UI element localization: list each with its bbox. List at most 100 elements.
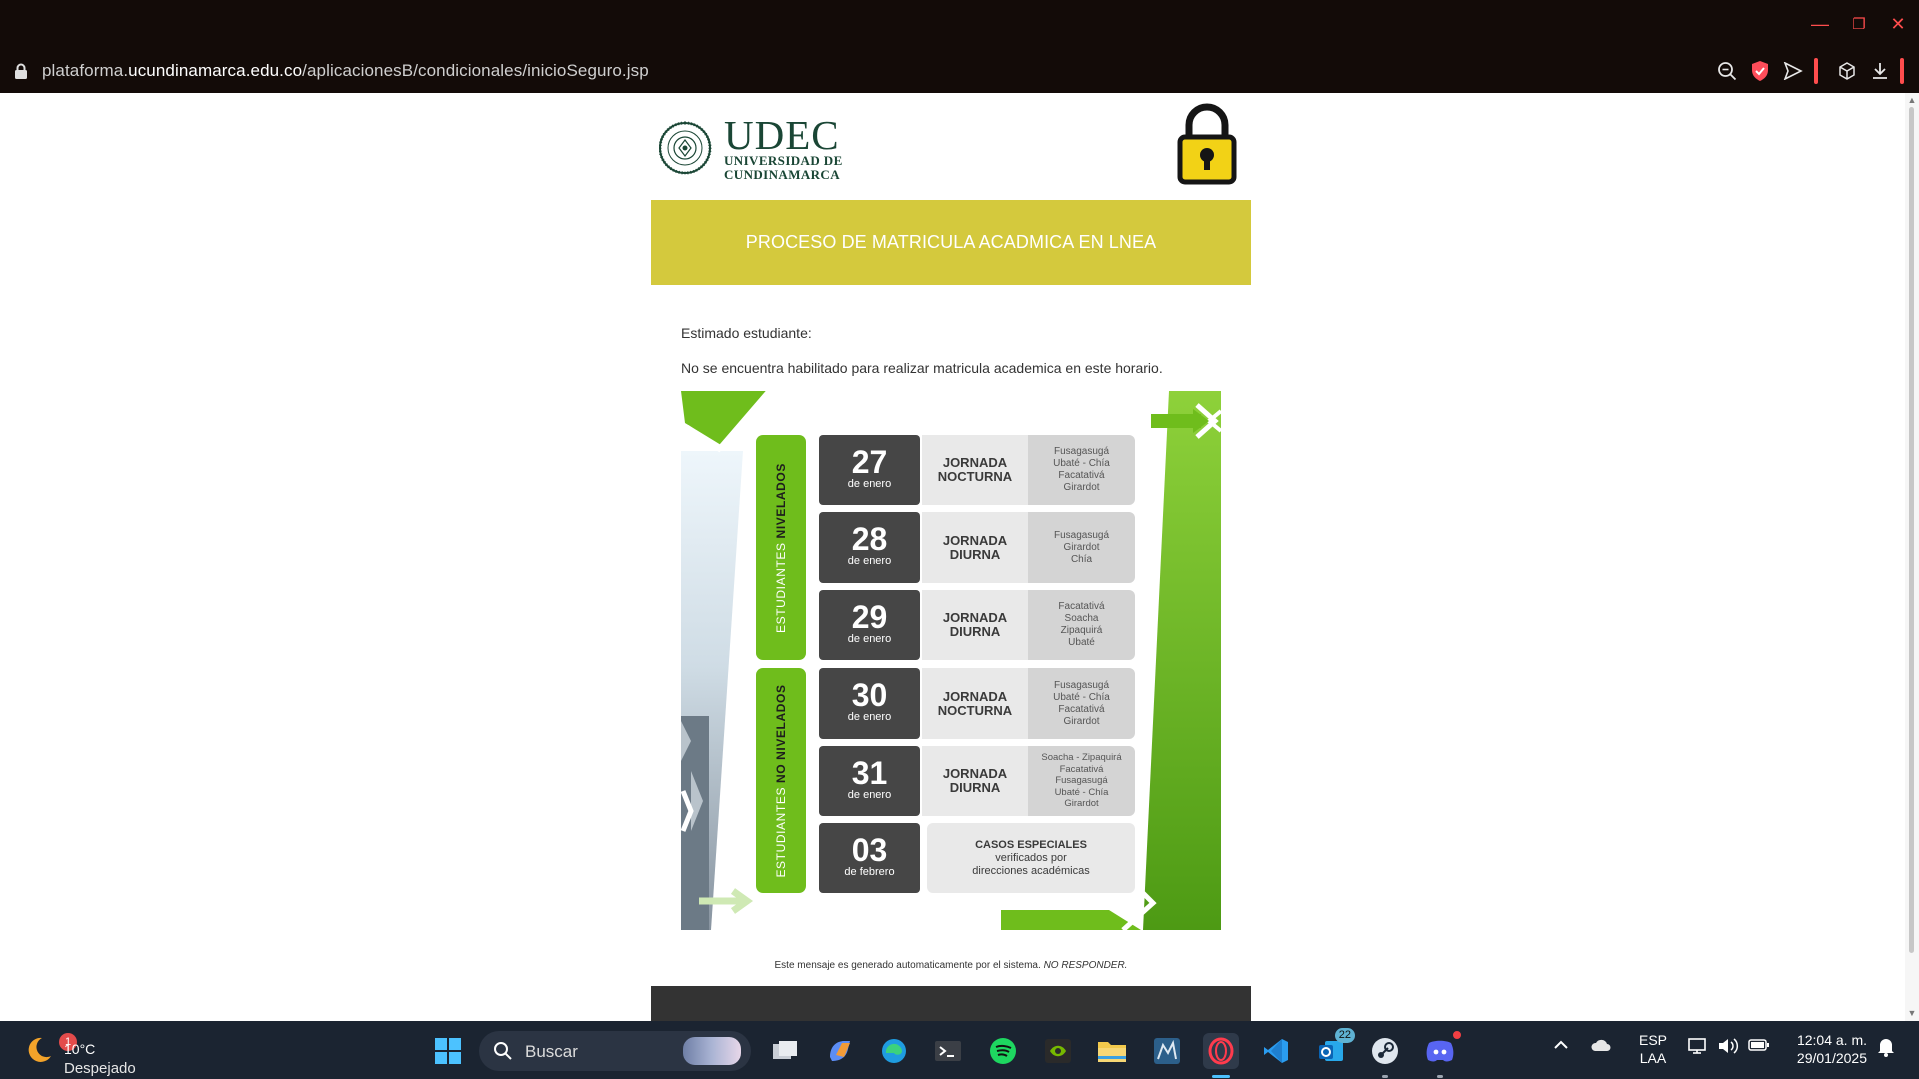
lock-icon <box>15 63 27 79</box>
discord-button[interactable] <box>1422 1029 1463 1078</box>
terminal-button[interactable] <box>930 1033 966 1069</box>
search-placeholder: Buscar <box>525 1042 578 1061</box>
url-text[interactable]: plataforma.ucundinamarca.edu.co/aplicaci… <box>42 61 649 81</box>
scroll-up-icon[interactable]: ▲ <box>1907 95 1917 105</box>
onedrive-button[interactable] <box>1590 1037 1612 1057</box>
mysql-workbench-button[interactable] <box>1149 1033 1185 1069</box>
show-hidden-icons-button[interactable] <box>1553 1037 1569 1057</box>
zoom-out-icon[interactable] <box>1713 58 1741 84</box>
enrollment-schedule-graphic: ESTUDIANTES NIVELADOS ESTUDIANTES NO NIV… <box>681 391 1221 930</box>
battery-button[interactable] <box>1748 1037 1770 1057</box>
schedule-shift: JORNADA DIURNA <box>922 590 1028 660</box>
outlook-button[interactable]: 22 <box>1313 1028 1355 1069</box>
edge-button[interactable] <box>876 1033 912 1069</box>
footer-note: Este mensaje es generado automaticamente… <box>774 960 1128 971</box>
weather-widget[interactable]: 1 10°C Despejado <box>22 1031 162 1077</box>
discord-icon <box>1426 1040 1454 1062</box>
no-reply-notice: NO RESPONDER. <box>1043 960 1128 971</box>
schedule-date: 30 de enero <box>819 668 920 739</box>
scrollbar-thumb[interactable] <box>1909 107 1914 953</box>
toolbar-separator <box>1814 58 1818 84</box>
file-explorer-button[interactable] <box>1094 1033 1130 1069</box>
box-icon[interactable] <box>1833 58 1861 84</box>
battery-icon <box>1748 1039 1769 1051</box>
schedule-cities: Soacha - Zipaquirá Facatativá Fusagasugá Ub… <box>1028 746 1135 816</box>
schedule-cities: Facatativá Soacha Zipaquirá Ubaté <box>1028 590 1135 660</box>
notifications-button[interactable] <box>1877 1037 1895 1061</box>
search-icon <box>494 1042 512 1060</box>
running-indicator <box>1437 1075 1443 1078</box>
adblock-shield-icon[interactable] <box>1746 58 1774 84</box>
schedule-date: 28 de enero <box>819 512 920 583</box>
copilot-icon <box>830 1041 850 1061</box>
vscode-icon <box>1264 1039 1288 1063</box>
toolbar-separator <box>1900 58 1904 84</box>
schedule-date: 29 de enero <box>819 590 920 660</box>
opera-gx-icon <box>1208 1037 1234 1065</box>
active-indicator <box>1212 1075 1230 1078</box>
download-icon[interactable] <box>1866 58 1894 84</box>
browser-chrome: — ❐ ✕ plataforma.ucundinamarca.edu.co/ap… <box>0 0 1919 93</box>
network-icon <box>1688 1038 1706 1054</box>
minimize-button[interactable]: — <box>1803 8 1837 40</box>
close-button[interactable]: ✕ <box>1881 8 1915 40</box>
schedule-cities: Fusagasugá Ubaté - Chía Facatativá Girardot <box>1028 668 1135 739</box>
volume-button[interactable] <box>1717 1037 1739 1059</box>
footer-bar <box>651 986 1251 1021</box>
edge-icon <box>882 1039 906 1063</box>
task-view-icon <box>773 1041 797 1059</box>
discord-notification-dot <box>1451 1029 1463 1041</box>
weather-temperature: 10°C <box>64 1041 96 1057</box>
volume-icon <box>1719 1038 1739 1054</box>
page-title-banner: PROCESO DE MATRICULA ACADMICA EN LNEA <box>651 200 1251 285</box>
vscode-button[interactable] <box>1258 1033 1294 1069</box>
address-bar[interactable]: plataforma.ucundinamarca.edu.co/aplicaci… <box>14 58 649 84</box>
task-view-button[interactable] <box>767 1033 803 1069</box>
group-tag-nivelados: ESTUDIANTES NIVELADOS <box>756 435 806 660</box>
schedule-shift: JORNADA NOCTURNA <box>922 668 1028 739</box>
input-language-indicator[interactable]: ESP LAA <box>1637 1031 1669 1067</box>
search-highlight-image <box>683 1037 741 1065</box>
windows-icon <box>435 1038 461 1064</box>
nvidia-button[interactable] <box>1040 1033 1076 1069</box>
terminal-icon <box>935 1041 961 1061</box>
taskbar: 1 10°C Despejado Buscar 22 ESP LAA 12:04… <box>0 1021 1919 1079</box>
taskbar-search[interactable]: Buscar <box>479 1031 751 1071</box>
university-logo: UDEC UNIVERSIDAD DE CUNDINAMARCA <box>724 112 843 182</box>
restore-button[interactable]: ❐ <box>1842 8 1876 40</box>
copilot-button[interactable] <box>822 1033 858 1069</box>
university-seal-icon <box>659 121 712 175</box>
send-icon[interactable] <box>1779 58 1807 84</box>
padlock-icon <box>1177 103 1237 185</box>
bell-icon <box>1878 1039 1894 1057</box>
schedule-shift: JORNADA DIURNA <box>922 512 1028 583</box>
steam-button[interactable] <box>1367 1033 1403 1078</box>
schedule-cities: Fusagasugá Girardot Chía <box>1028 512 1135 583</box>
running-indicator <box>1382 1075 1388 1078</box>
opera-gx-button[interactable] <box>1203 1033 1239 1078</box>
cloud-icon <box>1591 1039 1611 1051</box>
schedule-shift: JORNADA NOCTURNA <box>922 435 1028 505</box>
page-header: UDEC UNIVERSIDAD DE CUNDINAMARCA <box>651 93 1251 200</box>
chevron-up-icon <box>1554 1040 1568 1049</box>
network-button[interactable] <box>1687 1037 1709 1059</box>
moon-weather-icon <box>28 1037 51 1062</box>
outlook-badge: 22 <box>1334 1028 1355 1043</box>
brand-line-1: UNIVERSIDAD DE <box>724 153 843 168</box>
brand-abbreviation: UDEC <box>724 112 840 158</box>
scroll-down-icon[interactable]: ▼ <box>1907 1008 1917 1018</box>
steam-icon <box>1372 1038 1398 1064</box>
start-button[interactable] <box>430 1033 466 1069</box>
schedule-date: 31 de enero <box>819 746 920 816</box>
group-tag-no-nivelados: ESTUDIANTES NO NIVELADOS <box>756 668 806 893</box>
workbench-icon <box>1154 1038 1180 1064</box>
schedule-shift: JORNADA DIURNA <box>922 746 1028 816</box>
page-title: PROCESO DE MATRICULA ACADMICA EN LNEA <box>745 232 1157 252</box>
folder-icon <box>1098 1042 1126 1062</box>
email-container: UDEC UNIVERSIDAD DE CUNDINAMARCA PROCESO… <box>651 93 1251 1021</box>
spotify-button[interactable] <box>985 1033 1021 1069</box>
clock-date: 29/01/2025 <box>1796 1050 1867 1066</box>
page-scrollbar[interactable]: ▲ ▼ <box>1905 93 1919 1021</box>
greeting-text: Estimado estudiante: <box>681 325 812 341</box>
system-clock[interactable]: 12:04 a. m. 29/01/2025 <box>1781 1031 1867 1067</box>
